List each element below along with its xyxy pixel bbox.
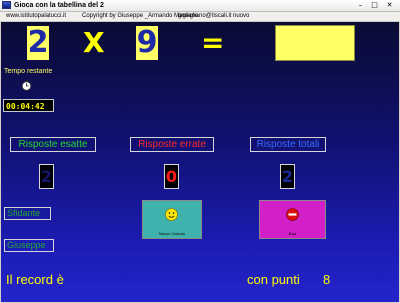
menu-item-email[interactable]: gmagliano@tiscali.it	[178, 12, 231, 21]
wrong-count: 0	[164, 164, 179, 189]
challenger-name: Sfidante	[4, 207, 51, 220]
operand-a: 2	[27, 25, 49, 60]
smiley-icon	[165, 208, 178, 221]
correct-answers-label: Risposte esatte	[10, 137, 96, 152]
record-label: Il record è	[6, 272, 64, 287]
stopwatch-icon	[21, 80, 32, 91]
correct-count: 2	[39, 164, 54, 189]
app-icon	[2, 1, 11, 9]
maximize-button[interactable]: □	[368, 1, 381, 10]
title-bar[interactable]: Gioca con la tabellina del 2 – □ ✕	[0, 0, 400, 12]
total-count: 2	[280, 164, 295, 189]
exit-label: Esci	[288, 231, 297, 236]
no-entry-icon	[285, 208, 299, 221]
record-points-label: con punti	[247, 272, 300, 287]
game-area: 2 X 9 = Tempo restante 00:04:42 Risposte…	[1, 22, 399, 302]
total-answers-label: Risposte totali	[250, 137, 326, 152]
window-title: Gioca con la tabellina del 2	[14, 2, 104, 9]
exit-button[interactable]: Esci	[259, 200, 326, 239]
record-points-value: 8	[323, 272, 331, 287]
new-calculation-label: Nuovo Calcolo	[158, 231, 185, 236]
menu-bar: www.istitutopalatucci.it Copyright by Gi…	[0, 12, 400, 22]
player-name: Giuseppe	[4, 239, 54, 252]
new-calculation-button[interactable]: Nuovo Calcolo	[142, 200, 202, 239]
time-remaining-label: Tempo restante	[4, 68, 53, 75]
operand-b: 9	[136, 25, 158, 60]
close-button[interactable]: ✕	[383, 1, 396, 10]
answer-input[interactable]	[275, 25, 355, 61]
equals-sign: =	[201, 26, 225, 59]
wrong-answers-label: Risposte errate	[130, 137, 214, 152]
multiply-sign: X	[83, 26, 105, 59]
minimize-button[interactable]: –	[354, 1, 367, 10]
countdown-timer: 00:04:42	[3, 99, 54, 112]
menu-item-website[interactable]: www.istitutopalatucci.it	[6, 12, 66, 21]
app-window: Gioca con la tabellina del 2 – □ ✕ www.i…	[0, 0, 400, 303]
menu-item-nuovo[interactable]: nuovo	[233, 12, 249, 21]
